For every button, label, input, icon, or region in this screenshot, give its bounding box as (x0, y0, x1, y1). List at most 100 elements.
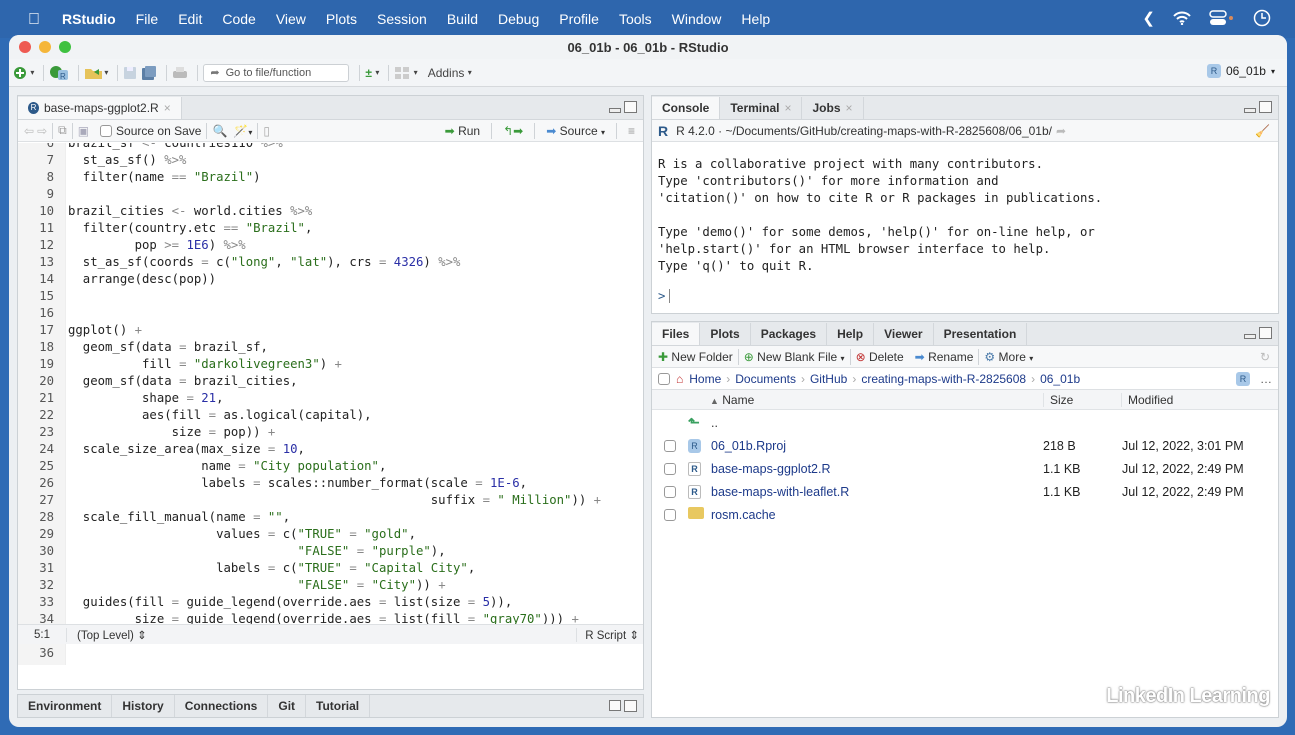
refresh-icon[interactable]: ↻ (1260, 350, 1270, 364)
code-line[interactable]: 19 fill = "darkolivegreen3") + (18, 356, 643, 373)
breadcrumb-documents[interactable]: Documents (735, 372, 796, 386)
file-row[interactable]: R 06_01b.Rproj 218 B Jul 12, 2022, 3:01 PM (652, 434, 1278, 457)
sort-name-header[interactable]: ▲ Name (710, 393, 754, 407)
tab-presentation[interactable]: Presentation (934, 323, 1028, 345)
print-icon[interactable] (172, 63, 188, 83)
code-line[interactable]: 7 st_as_sf() %>% (18, 152, 643, 169)
back-arrow-icon[interactable]: ⇦ (24, 124, 34, 138)
delete-button[interactable]: ⊗ Delete (856, 350, 904, 364)
run-button[interactable]: ➡ Run (445, 124, 480, 138)
code-line[interactable]: 12 pop >= 1E6) %>% (18, 237, 643, 254)
menu-debug[interactable]: Debug (498, 11, 539, 27)
chevron-left-icon[interactable]: ❮ (1142, 9, 1155, 27)
breadcrumb-current[interactable]: 06_01b (1040, 372, 1080, 386)
maximize-pane-icon[interactable] (1259, 327, 1272, 339)
code-line[interactable]: 30 "FALSE" = "purple"), (18, 543, 643, 560)
tab-git[interactable]: Git (268, 695, 307, 717)
tab-plots[interactable]: Plots (700, 323, 751, 345)
grid-layout-icon[interactable]: ▾ (394, 63, 418, 83)
breadcrumb-github[interactable]: GitHub (810, 372, 847, 386)
more-ellipsis-button[interactable]: … (1260, 372, 1272, 386)
sort-modified-header[interactable]: Modified (1121, 393, 1173, 407)
minimize-pane-icon[interactable] (609, 108, 621, 113)
search-icon[interactable]: 🔍 (212, 124, 227, 138)
code-line[interactable]: 33 guides(fill = guide_legend(override.a… (18, 594, 643, 611)
go-to-file-input[interactable]: ➦ Go to file/function (203, 63, 350, 82)
menu-edit[interactable]: Edit (178, 11, 202, 27)
close-tab-icon[interactable]: × (164, 101, 171, 115)
menu-app[interactable]: RStudio (62, 11, 116, 27)
git-icon[interactable]: ± ▾ (365, 63, 379, 83)
console-output[interactable]: R is a collaborative project with many c… (658, 156, 1272, 275)
save-all-icon[interactable] (141, 63, 157, 83)
open-file-button[interactable]: ▾ (84, 63, 108, 83)
compile-report-icon[interactable]: ▯ (263, 124, 270, 138)
close-terminal-icon[interactable]: × (784, 101, 791, 115)
zoom-window-button[interactable] (59, 41, 71, 53)
maximize-pane-icon[interactable] (624, 101, 637, 113)
close-jobs-icon[interactable]: × (846, 101, 853, 115)
code-line[interactable]: 22 aes(fill = as.logical(capital), (18, 407, 643, 424)
new-blank-file-button[interactable]: ⊕ New Blank File ▾ (744, 350, 845, 364)
control-center-icon[interactable] (1209, 10, 1235, 26)
menu-profile[interactable]: Profile (559, 11, 599, 27)
code-line[interactable]: 18 geom_sf(data = brazil_sf, (18, 339, 643, 356)
magic-wand-icon[interactable]: 🪄▾ (233, 124, 252, 138)
menu-session[interactable]: Session (377, 11, 427, 27)
clock-icon[interactable] (1253, 9, 1271, 27)
code-line[interactable]: 37 (18, 662, 643, 665)
restore-pane-icon[interactable] (609, 700, 621, 711)
tab-tutorial[interactable]: Tutorial (306, 695, 371, 717)
code-line[interactable]: 14 arrange(desc(pop)) (18, 271, 643, 288)
sort-size-header[interactable]: Size (1043, 393, 1073, 407)
breadcrumb-home[interactable]: Home (689, 372, 721, 386)
rerun-button[interactable]: ↰➡ (503, 124, 523, 138)
code-line[interactable]: 11 filter(country.etc == "Brazil", (18, 220, 643, 237)
minimize-pane-icon[interactable] (1244, 334, 1256, 339)
menu-help[interactable]: Help (741, 11, 770, 27)
code-line[interactable]: 29 values = c("TRUE" = "gold", (18, 526, 643, 543)
menu-tools[interactable]: Tools (619, 11, 652, 27)
new-file-button[interactable]: ▾ (13, 63, 34, 83)
code-line[interactable]: 13 st_as_sf(coords = c("long", "lat"), c… (18, 254, 643, 271)
apple-icon[interactable]:  (28, 11, 42, 28)
maximize-pane-icon[interactable] (624, 700, 637, 712)
code-line[interactable]: 6 brazil_sf <- countries110 %>% (18, 143, 643, 152)
maximize-pane-icon[interactable] (1259, 101, 1272, 113)
tab-viewer[interactable]: Viewer (874, 323, 934, 345)
file-name-link[interactable]: 06_01b.Rproj (711, 439, 786, 453)
code-line[interactable]: 21 shape = 21, (18, 390, 643, 407)
goto-directory-icon[interactable]: ➦ (1056, 124, 1066, 138)
code-line[interactable]: 9 (18, 186, 643, 203)
menu-build[interactable]: Build (447, 11, 478, 27)
filetype-selector[interactable]: R Script ⇕ (576, 627, 639, 642)
new-folder-button[interactable]: ✚ New Folder (658, 350, 733, 364)
rename-button[interactable]: ➡ Rename (915, 350, 974, 364)
tab-packages[interactable]: Packages (751, 323, 828, 345)
file-checkbox[interactable] (664, 439, 676, 452)
scope-selector[interactable]: (Top Level) ⇕ (66, 627, 147, 642)
wifi-icon[interactable] (1173, 11, 1191, 25)
file-name-link[interactable]: rosm.cache (711, 508, 776, 522)
menu-window[interactable]: Window (672, 11, 722, 27)
code-line[interactable]: 17 ggplot() + (18, 322, 643, 339)
home-icon[interactable]: ⌂ (676, 372, 683, 386)
code-line[interactable]: 8 filter(name == "Brazil") (18, 169, 643, 186)
menu-plots[interactable]: Plots (326, 11, 357, 27)
minimize-window-button[interactable] (39, 41, 51, 53)
forward-arrow-icon[interactable]: ⇨ (37, 124, 47, 138)
file-row[interactable]: Rbase-maps-with-leaflet.R 1.1 KB Jul 12, 2… (652, 480, 1278, 503)
tab-terminal[interactable]: Terminal × (720, 97, 803, 119)
parent-directory-row[interactable]: ⬑ .. (652, 411, 1278, 434)
code-line[interactable]: 27 suffix = " Million")) + (18, 492, 643, 509)
project-menu[interactable]: R 06_01b ▾ (1206, 64, 1275, 78)
file-row[interactable]: Rbase-maps-ggplot2.R 1.1 KB Jul 12, 2022, … (652, 457, 1278, 480)
code-line[interactable]: 28 scale_fill_manual(name = "", (18, 509, 643, 526)
menu-file[interactable]: File (136, 11, 159, 27)
source-on-save-checkbox[interactable] (100, 124, 113, 137)
code-editor[interactable]: 6 brazil_sf <- countries110 %>% 7 st_as_sf… (18, 143, 643, 665)
menu-code[interactable]: Code (222, 11, 255, 27)
code-line[interactable]: 23 size = pop)) + (18, 424, 643, 441)
file-checkbox[interactable] (664, 508, 676, 521)
editor-tab-base-maps-ggplot2[interactable]: R base-maps-ggplot2.R × (18, 97, 182, 119)
